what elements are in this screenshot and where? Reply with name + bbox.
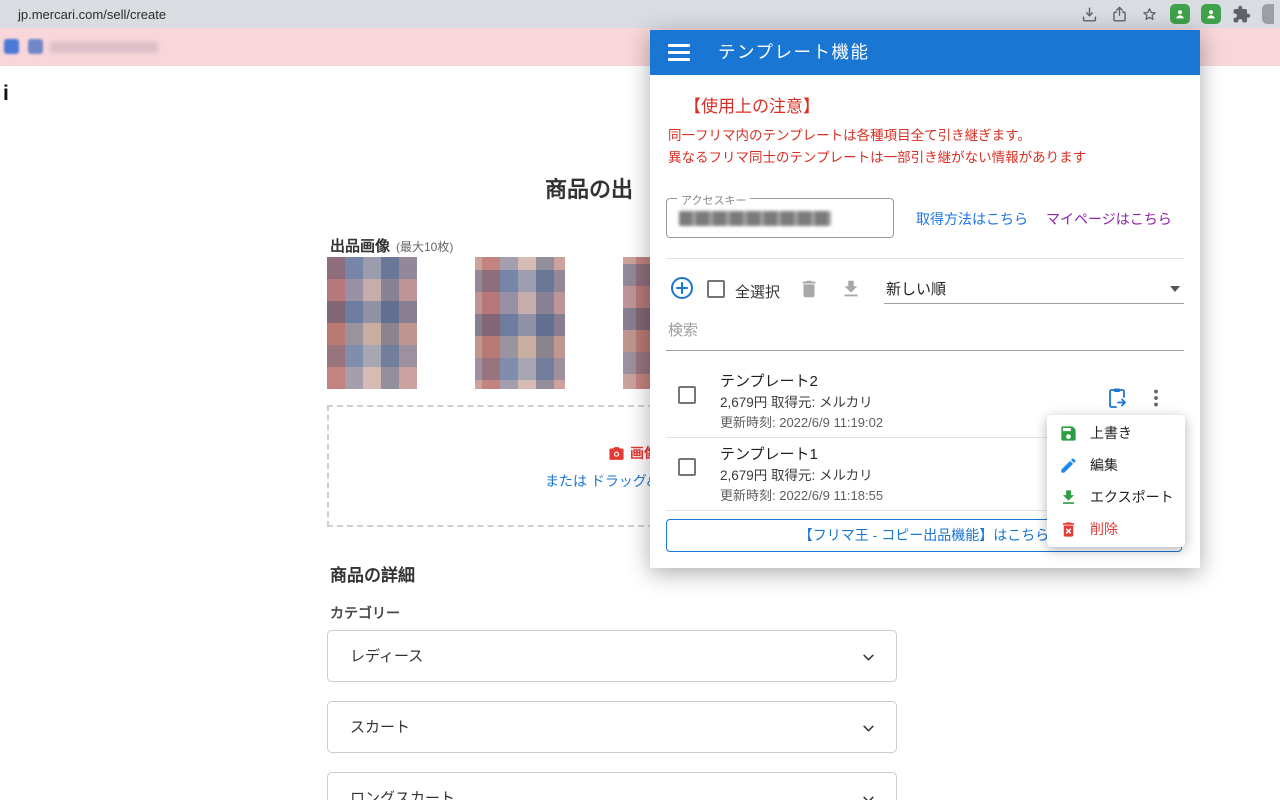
- chevron-down-icon: [863, 654, 874, 661]
- add-template-button[interactable]: [670, 276, 694, 300]
- mypage-link[interactable]: マイページはこちら: [1046, 209, 1172, 229]
- menu-item-label: 編集: [1090, 457, 1118, 473]
- menu-item-edit[interactable]: 編集: [1047, 449, 1185, 481]
- apply-template-icon[interactable]: [1105, 386, 1129, 410]
- template-row-checkbox[interactable]: [678, 458, 696, 476]
- menu-item-label: 削除: [1090, 521, 1118, 537]
- access-key-field[interactable]: アクセスキー: [666, 192, 894, 238]
- menu-item-overwrite[interactable]: 上書き: [1047, 417, 1185, 449]
- export-icon: [1062, 489, 1075, 504]
- listing-images-label: 出品画像 (最大10枚): [330, 235, 453, 256]
- usage-notice-line: 同一フリマ内のテンプレートは各種項目全て引き継ぎます。: [668, 128, 1031, 143]
- select-value: スカート: [350, 719, 411, 736]
- download-icon[interactable]: [1080, 5, 1099, 24]
- save-icon: [1061, 425, 1076, 441]
- select-value: ロングスカート: [350, 790, 456, 800]
- details-heading: 商品の詳細: [330, 566, 415, 585]
- access-key-label: アクセスキー: [677, 192, 751, 208]
- template-meta: 2,679円 取得元: メルカリ: [720, 468, 873, 483]
- images-max-hint: (最大10枚): [396, 240, 454, 254]
- category-label: カテゴリー: [330, 605, 400, 621]
- select-all-checkbox[interactable]: [707, 280, 725, 298]
- template-name: テンプレート1: [720, 446, 818, 463]
- popup-title: テンプレート機能: [718, 42, 870, 62]
- category-select-level2[interactable]: スカート: [327, 701, 897, 753]
- popup-header: テンプレート機能: [650, 30, 1200, 75]
- bookmark-favicon[interactable]: [4, 39, 19, 54]
- menu-item-delete[interactable]: 削除: [1047, 513, 1185, 545]
- sort-order-select[interactable]: 新しい順: [884, 274, 1184, 304]
- bookmark-favicon[interactable]: [28, 39, 43, 54]
- page-title: 商品の出: [545, 177, 634, 202]
- sort-order-value: 新しい順: [886, 281, 947, 298]
- select-value: レディース: [350, 648, 424, 665]
- usage-notice-line: 異なるフリマ同士のテンプレートは一部引き継がない情報があります: [668, 150, 1087, 165]
- delete-selected-icon[interactable]: [798, 278, 820, 300]
- hamburger-menu-icon[interactable]: [668, 44, 690, 61]
- share-icon[interactable]: [1110, 5, 1129, 24]
- product-photo-blurred[interactable]: [475, 257, 565, 389]
- extension-icon-frimaou-1[interactable]: [1170, 4, 1190, 24]
- extension-icon-frimaou-2[interactable]: [1201, 4, 1221, 24]
- usage-notice-title: 【使用上の注意】: [684, 97, 820, 116]
- row-context-menu: 上書き 編集 エクスポート 削除: [1047, 415, 1185, 547]
- template-name: テンプレート2: [720, 373, 818, 390]
- menu-item-label: エクスポート: [1090, 489, 1174, 505]
- logo-fragment: i: [3, 82, 9, 105]
- divider: [666, 258, 1184, 259]
- select-all-label: 全選択: [735, 284, 781, 301]
- dropdown-arrow-icon: [1170, 286, 1180, 292]
- chevron-down-icon: [863, 725, 874, 732]
- how-to-get-link[interactable]: 取得方法はこちら: [916, 209, 1028, 229]
- trash-icon: [1062, 521, 1075, 537]
- category-select-level1[interactable]: レディース: [327, 630, 897, 682]
- images-label: 出品画像: [330, 238, 391, 255]
- menu-item-label: 上書き: [1090, 425, 1132, 441]
- browser-toolbar-icons: [1080, 0, 1274, 28]
- template-updated: 更新時刻: 2022/6/9 11:19:02: [720, 415, 884, 430]
- url-text[interactable]: jp.mercari.com/sell/create: [18, 7, 166, 22]
- chevron-down-icon: [863, 796, 874, 800]
- browser-address-bar: jp.mercari.com/sell/create: [0, 0, 1280, 28]
- template-updated: 更新時刻: 2022/6/9 11:18:55: [720, 488, 884, 503]
- menu-item-export[interactable]: エクスポート: [1047, 481, 1185, 513]
- template-meta: 2,679円 取得元: メルカリ: [720, 395, 873, 410]
- profile-avatar-partial[interactable]: [1262, 4, 1274, 24]
- search-input[interactable]: [668, 322, 968, 339]
- camera-icon: [609, 446, 624, 460]
- bookmark-star-icon[interactable]: [1140, 5, 1159, 24]
- template-row-checkbox[interactable]: [678, 386, 696, 404]
- category-select-level3[interactable]: ロングスカート: [327, 772, 897, 800]
- pencil-icon: [1061, 457, 1076, 473]
- product-photo-blurred[interactable]: [327, 257, 417, 389]
- import-download-icon[interactable]: [840, 278, 862, 300]
- select-underline: [884, 303, 1184, 304]
- extensions-puzzle-icon[interactable]: [1232, 5, 1251, 24]
- bookmark-title-blurred[interactable]: [50, 42, 158, 53]
- more-options-icon[interactable]: [1144, 386, 1168, 410]
- search-underline: [666, 350, 1184, 351]
- access-key-value-blurred: [679, 211, 831, 226]
